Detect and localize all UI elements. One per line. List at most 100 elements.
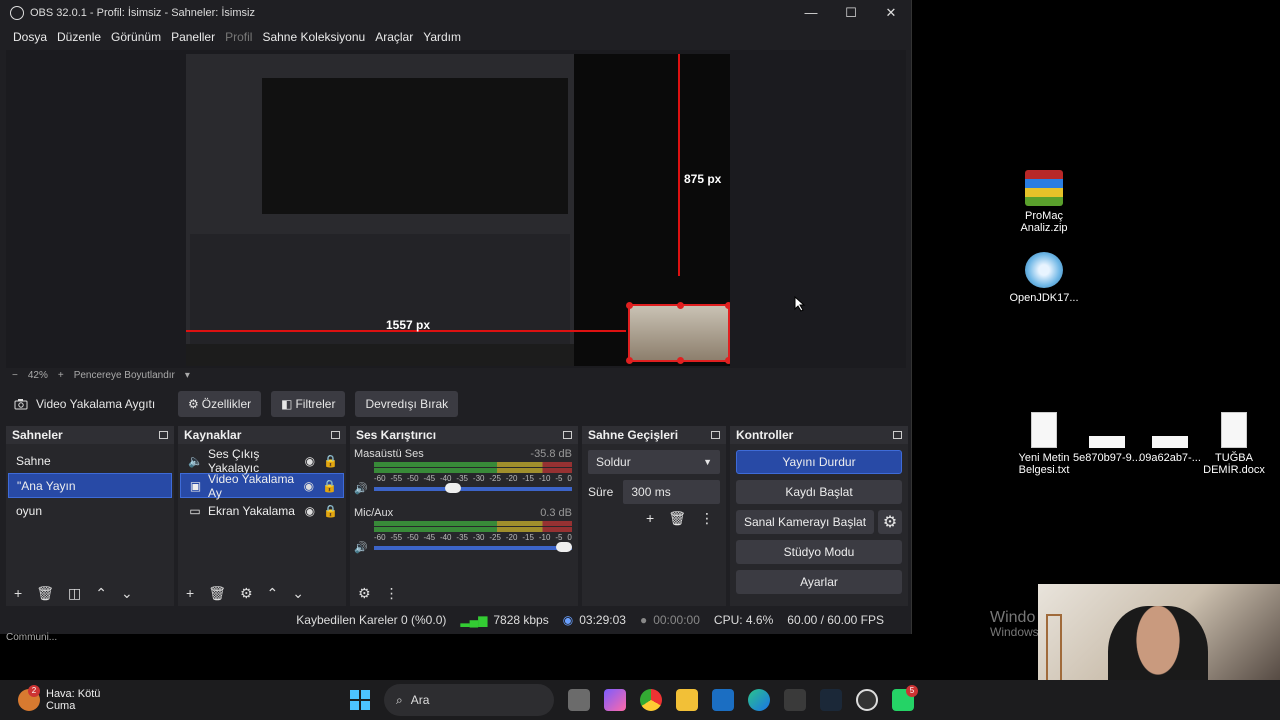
remove-scene-icon[interactable]: 🗑 <box>36 585 54 602</box>
weather-widget[interactable]: 2 Hava: Kötü Cuma <box>18 685 100 712</box>
settings-button[interactable]: Ayarlar <box>736 570 902 594</box>
desktop-icon-tugba-demir[interactable]: TUĞBA DEMİR.docx <box>1196 412 1272 476</box>
installer-disc-icon <box>1025 252 1063 288</box>
undock-icon[interactable] <box>159 431 168 439</box>
start-recording-button[interactable]: Kaydı Başlat <box>736 480 902 504</box>
zoom-in-button[interactable]: + <box>58 370 64 381</box>
title-bar: OBS 32.0.1 - Profil: İsimsiz - Sahneler:… <box>0 0 911 26</box>
desktop-icon-promac[interactable]: ProMaç Analiz.zip <box>1006 170 1082 234</box>
add-scene-icon[interactable]: + <box>14 585 22 601</box>
menu-help[interactable]: Yardım <box>423 30 461 44</box>
undock-icon[interactable] <box>711 431 720 439</box>
source-toolbar: Video Yakalama Aygıtı ⚙ Özellikler ◧ Fil… <box>6 388 906 420</box>
mixer-settings-gear-icon[interactable]: ⚙ <box>358 585 371 602</box>
task-view-icon[interactable] <box>568 689 590 711</box>
fit-to-window-label[interactable]: Pencereye Boyutlandır <box>74 370 175 381</box>
preview-canvas[interactable]: 875 px 1557 px <box>186 54 730 366</box>
volume-knob[interactable] <box>444 482 461 493</box>
minimize-button[interactable]: — <box>791 5 831 21</box>
filters-button[interactable]: ◧ Filtreler <box>271 391 346 417</box>
visibility-eye-icon[interactable]: ◉ <box>305 504 315 518</box>
scene-item[interactable]: oyun <box>8 498 172 523</box>
source-item[interactable]: ▭ Ekran Yakalama ◉ 🔒 <box>180 498 344 523</box>
stop-stream-button[interactable]: Yayını Durdur <box>736 450 902 474</box>
speaker-icon: 🔈 <box>188 453 203 468</box>
menu-edit[interactable]: Düzenle <box>57 30 101 44</box>
camera-icon: ▣ <box>189 478 202 493</box>
move-up-icon[interactable]: ⌃ <box>95 585 107 602</box>
scene-item[interactable]: Sahne <box>8 448 172 473</box>
lock-icon[interactable]: 🔒 <box>323 454 338 468</box>
volume-meter: -60 -55 -50 -45 -40 -35 -30 -25 -20 -15 -10 -5 0 <box>374 521 572 542</box>
studio-mode-button[interactable]: Stüdyo Modu <box>736 540 902 564</box>
microsoft-store-icon[interactable] <box>784 689 806 711</box>
move-down-icon[interactable]: ⌄ <box>292 585 304 602</box>
menu-tools[interactable]: Araçlar <box>375 30 413 44</box>
menu-file[interactable]: Dosya <box>13 30 47 44</box>
move-up-icon[interactable]: ⌃ <box>267 585 279 602</box>
menu-view[interactable]: Görünüm <box>111 30 161 44</box>
zoom-out-button[interactable]: − <box>12 370 18 381</box>
webcam-source-selected[interactable] <box>626 302 730 364</box>
resize-handle[interactable] <box>626 357 633 364</box>
volume-knob[interactable] <box>555 541 572 552</box>
weather-badge: 2 <box>28 685 40 697</box>
visibility-eye-icon[interactable]: ◉ <box>305 454 315 468</box>
menu-docks[interactable]: Paneller <box>171 30 215 44</box>
remove-source-icon[interactable]: 🗑 <box>208 585 226 602</box>
duration-spinbox[interactable]: 300 ms <box>623 480 720 504</box>
scene-filters-icon[interactable]: ◫ <box>68 585 81 602</box>
volume-slider[interactable] <box>373 541 572 552</box>
scene-item[interactable]: "Ana Yayın <box>8 473 172 498</box>
chrome-icon[interactable] <box>640 689 662 711</box>
desktop-icon-openjdk[interactable]: OpenJDK17... <box>1006 252 1082 304</box>
obs-taskbar-icon[interactable] <box>856 689 878 711</box>
file-icon <box>1089 436 1125 448</box>
move-down-icon[interactable]: ⌄ <box>121 585 133 602</box>
zoom-dropdown-icon[interactable]: ▾ <box>185 370 190 381</box>
edge-icon[interactable] <box>748 689 770 711</box>
menu-profile[interactable]: Profil <box>225 30 252 44</box>
start-virtual-camera-button[interactable]: Sanal Kamerayı Başlat <box>736 510 874 534</box>
resize-handle[interactable] <box>725 302 730 309</box>
add-transition-icon[interactable]: + <box>646 510 654 527</box>
volume-slider[interactable] <box>373 482 572 493</box>
file-explorer-icon[interactable] <box>676 689 698 711</box>
visibility-eye-icon[interactable]: ◉ <box>304 479 314 493</box>
speaker-icon[interactable]: 🔊 <box>354 482 368 495</box>
resize-handle[interactable] <box>725 357 730 364</box>
lock-icon[interactable]: 🔒 <box>323 504 338 518</box>
preview-area[interactable]: 875 px 1557 px <box>6 50 906 368</box>
close-button[interactable]: ✕ <box>871 5 911 21</box>
resize-handle[interactable] <box>677 302 684 309</box>
maximize-button[interactable]: ☐ <box>831 5 871 21</box>
start-button-windows-icon[interactable] <box>350 690 370 710</box>
taskbar-search[interactable]: ⌕ Ara <box>384 684 554 716</box>
speaker-icon[interactable]: 🔊 <box>354 541 368 554</box>
undock-icon[interactable] <box>331 431 340 439</box>
source-settings-gear-icon[interactable]: ⚙ <box>240 585 253 602</box>
whatsapp-icon[interactable]: 5 <box>892 685 918 711</box>
source-item[interactable]: 🔈 Ses Çıkış Yakalayıc ◉ 🔒 <box>180 447 344 475</box>
add-source-icon[interactable]: + <box>186 585 194 601</box>
more-options-icon[interactable]: ⋮ <box>385 585 399 602</box>
transition-select[interactable]: Soldur ▼ <box>588 450 720 474</box>
communi-label: Communi... <box>6 632 58 643</box>
lock-icon[interactable]: 🔒 <box>322 479 337 493</box>
deactivate-button[interactable]: Devredışı Bırak <box>355 391 459 417</box>
filter-icon: ◧ <box>281 397 293 411</box>
undock-icon[interactable] <box>563 431 572 439</box>
copilot-icon[interactable] <box>604 689 626 711</box>
undock-icon[interactable] <box>893 431 902 439</box>
source-item[interactable]: ▣ Video Yakalama Ay ◉ 🔒 <box>180 472 344 500</box>
resize-handle[interactable] <box>626 302 633 309</box>
virtual-cam-settings-gear-icon[interactable]: ⚙ <box>878 510 902 534</box>
properties-button[interactable]: ⚙ Özellikler <box>178 391 262 417</box>
remove-transition-icon[interactable]: 🗑 <box>668 510 686 527</box>
steam-icon[interactable] <box>820 689 842 711</box>
outlook-icon[interactable] <box>712 689 734 711</box>
more-options-icon[interactable]: ⋮ <box>700 510 714 527</box>
menu-scene-collection[interactable]: Sahne Koleksiyonu <box>262 30 365 44</box>
search-placeholder: Ara <box>410 693 430 707</box>
resize-handle[interactable] <box>677 357 684 364</box>
